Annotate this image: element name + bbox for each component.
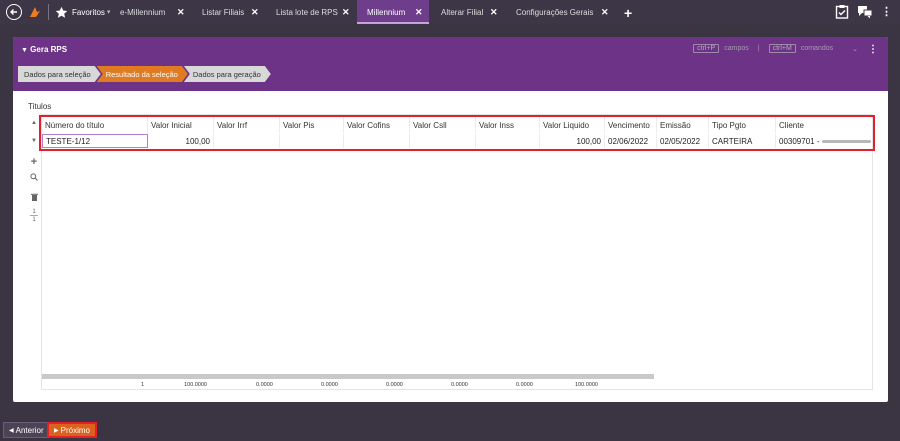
total-valor-pis: 0.0000: [321, 382, 338, 388]
divider: [48, 4, 49, 20]
total-valor-irrf: 0.0000: [256, 382, 273, 388]
shortcut-separator: |: [757, 45, 760, 52]
step-resultado-selecao[interactable]: Resultado da seleção: [97, 66, 188, 82]
tab-label: Millennium: [367, 7, 406, 17]
step-dados-selecao[interactable]: Dados para seleção: [18, 66, 101, 82]
total-valor-inss: 0.0000: [516, 382, 533, 388]
horizontal-scrollbar[interactable]: [42, 374, 654, 379]
tab-e-millennium[interactable]: e-Millennium ✕: [120, 0, 196, 24]
previous-button[interactable]: ◀ Anterior: [3, 422, 50, 438]
caret-down-icon: ▼: [21, 47, 28, 54]
total-valor-csll: 0.0000: [451, 382, 468, 388]
tab-label: Listar Filiais: [202, 7, 245, 17]
shortcut-key: ctrl+M: [768, 44, 796, 53]
close-icon[interactable]: ✕: [415, 7, 423, 18]
chevron-down-icon[interactable]: ⌄: [852, 45, 858, 53]
panel-header: ▼ Gera RPS ctrl+P campos | ctrl+M comand…: [13, 37, 888, 91]
back-icon[interactable]: [6, 4, 22, 20]
section-label: Titulos: [28, 102, 52, 111]
shortcut-label: comandos: [800, 45, 834, 52]
sort-down-icon[interactable]: ▼: [31, 138, 37, 150]
panel-menu-icon[interactable]: ⋮: [868, 44, 878, 55]
star-icon: [55, 6, 68, 18]
total-count: 1: [141, 382, 145, 388]
tab-label: Configurações Gerais: [516, 7, 594, 17]
bottom-bar: ◀ Anterior ▶ Próximo: [0, 417, 900, 441]
close-icon[interactable]: ✕: [601, 7, 609, 18]
highlight-box: [39, 115, 875, 151]
trash-icon[interactable]: [30, 193, 38, 203]
tab-label: Lista lote de RPS: [276, 7, 338, 17]
chat-icon[interactable]: [857, 5, 873, 19]
caret-right-icon: ▶: [54, 427, 59, 434]
caret-left-icon: ◀: [9, 427, 14, 434]
step-label: Resultado da seleção: [105, 69, 178, 79]
close-icon[interactable]: ✕: [342, 7, 350, 18]
more-vertical-icon[interactable]: ⋮: [881, 5, 892, 18]
previous-label: Anterior: [15, 425, 44, 435]
sort-up-icon[interactable]: ▲: [31, 120, 37, 132]
chevron-down-icon: ▾: [106, 9, 111, 16]
favorites-menu[interactable]: Favoritos ▾: [55, 6, 110, 19]
search-icon[interactable]: [30, 173, 38, 183]
gera-rps-panel: ▼ Gera RPS ctrl+P campos | ctrl+M comand…: [13, 37, 888, 402]
wizard-steps: Dados para seleção Resultado da seleção …: [18, 66, 267, 82]
next-button[interactable]: ▶ Próximo: [47, 422, 97, 438]
step-label: Dados para seleção: [24, 69, 91, 79]
shortcut-label: campos: [724, 45, 749, 52]
add-icon[interactable]: +: [31, 156, 37, 168]
close-icon[interactable]: ✕: [251, 7, 259, 18]
tab-label: e-Millennium: [120, 7, 166, 17]
titulos-grid: Número do título Valor Inicial Valor Irr…: [41, 114, 873, 390]
total-valor-cofins: 0.0000: [386, 382, 403, 388]
next-label: Próximo: [60, 425, 90, 435]
shortcut-hints: ctrl+P campos | ctrl+M comandos ⌄: [693, 44, 858, 53]
clipboard-icon[interactable]: [835, 4, 849, 19]
top-bar: Favoritos ▾ e-Millennium ✕ Listar Filiai…: [0, 0, 900, 24]
tab-alterar-filial[interactable]: Alterar Filial ✕: [441, 0, 501, 24]
tab-configuracoes-gerais[interactable]: Configurações Gerais ✕: [516, 0, 618, 24]
favorites-label: Favoritos: [72, 7, 105, 17]
close-icon[interactable]: ✕: [177, 7, 185, 18]
tab-lista-lote-rps[interactable]: Lista lote de RPS ✕: [276, 0, 354, 24]
tab-listar-filiais[interactable]: Listar Filiais ✕: [202, 0, 268, 24]
close-icon[interactable]: ✕: [490, 7, 498, 18]
tab-label: Alterar Filial: [441, 7, 484, 17]
app-logo-icon[interactable]: [28, 5, 42, 19]
add-tab-icon[interactable]: +: [624, 5, 632, 21]
tab-millennium[interactable]: Millennium ✕: [357, 0, 429, 24]
step-dados-geracao[interactable]: Dados para geração: [184, 66, 271, 82]
page-total: 1: [32, 217, 36, 223]
panel-title-text: Gera RPS: [30, 45, 68, 54]
totals-row: 1 100.0000 0.0000 0.0000 0.0000 0.0000 0…: [42, 382, 874, 391]
shortcut-key: ctrl+P: [693, 44, 720, 53]
panel-title[interactable]: ▼ Gera RPS: [21, 45, 67, 54]
step-label: Dados para geração: [192, 69, 261, 79]
total-valor-inicial: 100.0000: [184, 382, 207, 388]
total-valor-liquido: 100.0000: [575, 382, 598, 388]
page-number[interactable]: 1: [30, 209, 38, 216]
